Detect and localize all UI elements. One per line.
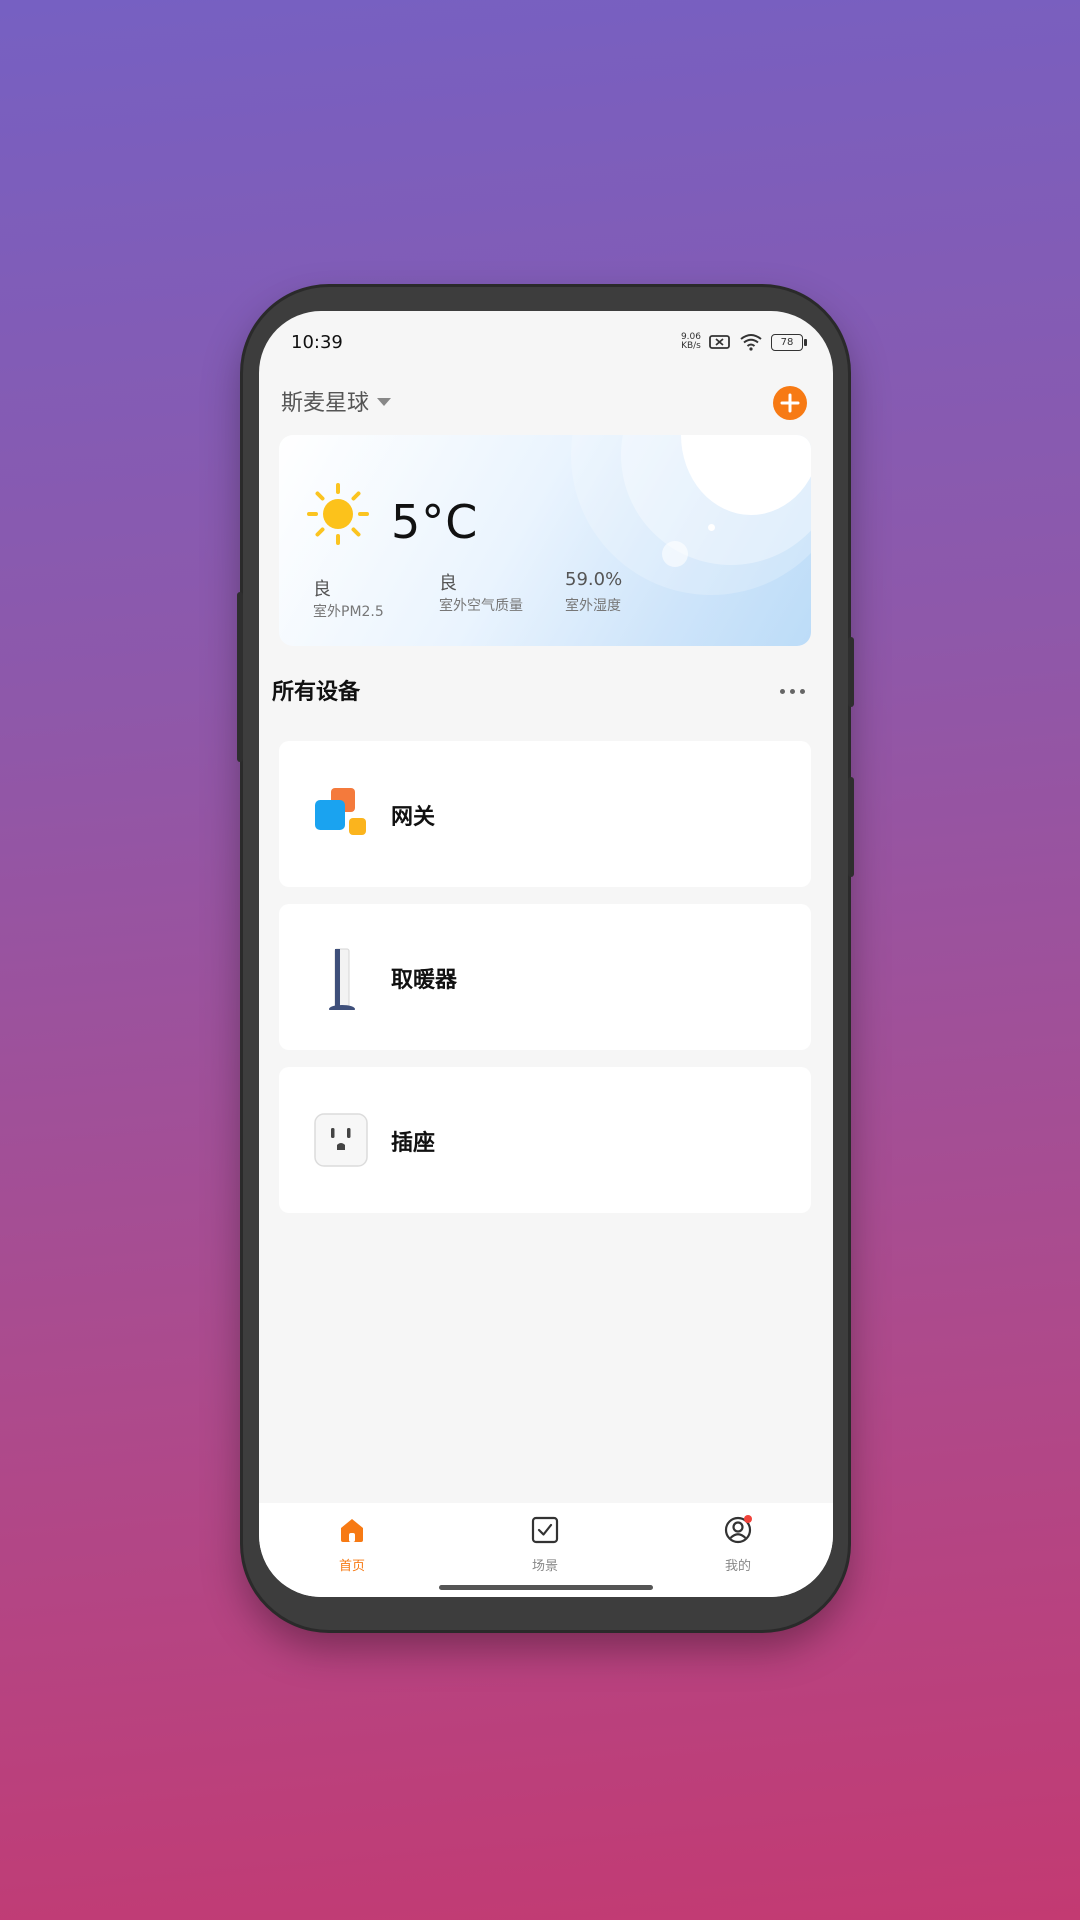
- socket-icon: [314, 1113, 368, 1167]
- more-dots-icon[interactable]: [780, 689, 805, 694]
- tab-label: 我的: [724, 1559, 751, 1574]
- stat-value: 良: [439, 573, 457, 594]
- gateway-icon: [315, 788, 366, 835]
- network-speed-unit: KB/s: [681, 341, 701, 351]
- device-card-socket[interactable]: 插座: [279, 1067, 811, 1213]
- device-name: 网关: [391, 805, 436, 830]
- phone-side-button: [848, 777, 854, 877]
- temperature: 5°C: [391, 495, 479, 549]
- device-name: 取暖器: [391, 968, 458, 993]
- weather-card[interactable]: 5°C 良 室外PM2.5 良 室外空气质量 59.0% 室外湿度: [279, 435, 811, 646]
- section-title: 所有设备: [272, 680, 361, 705]
- phone-side-button: [237, 592, 243, 762]
- stat-humidity: 59.0% 室外湿度: [565, 569, 622, 615]
- app-screen: 10:39 9.06 KB/s 78 斯麦星球 5°C 良 室外PM2.5 良 …: [259, 311, 833, 1597]
- device-card-heater[interactable]: 取暖器: [279, 904, 811, 1050]
- stat-pm25: 良 室外PM2.5: [313, 575, 384, 621]
- caret-down-icon: [377, 398, 392, 406]
- stat-label: 室外空气质量: [439, 598, 523, 614]
- status-icons: 9.06 KB/s 78: [681, 333, 807, 351]
- battery-indicator: 78: [771, 333, 807, 351]
- stat-value: 59.0%: [565, 569, 623, 590]
- status-time: 10:39: [291, 332, 343, 353]
- home-indicator[interactable]: [439, 1585, 653, 1590]
- plus-icon: [780, 393, 800, 413]
- home-name: 斯麦星球: [281, 391, 370, 416]
- sun-icon: [307, 483, 369, 545]
- home-icon: [341, 1519, 363, 1542]
- tab-home[interactable]: 首页: [312, 1515, 392, 1574]
- add-device-button[interactable]: [773, 386, 807, 420]
- phone-side-button: [848, 637, 854, 707]
- profile-icon: [724, 1515, 752, 1544]
- decor-bubble: [662, 541, 688, 567]
- tab-scene[interactable]: 场景: [505, 1515, 585, 1574]
- bottom-tab-bar: 首页 场景 我的: [259, 1503, 833, 1597]
- stat-label: 室外PM2.5: [313, 604, 384, 620]
- device-card-gateway[interactable]: 网关: [279, 741, 811, 887]
- sim-off-icon: [709, 335, 730, 349]
- status-bar: 10:39 9.06 KB/s 78: [259, 311, 833, 371]
- wifi-icon: [740, 334, 762, 351]
- scene-checkbox-icon: [531, 1516, 559, 1544]
- tab-label: 首页: [338, 1559, 365, 1574]
- network-speed: 9.06 KB/s: [681, 333, 701, 351]
- decor-bubble: [708, 524, 715, 531]
- stat-value: 良: [313, 579, 331, 600]
- heater-icon: [329, 948, 355, 1010]
- tab-label: 场景: [531, 1559, 558, 1574]
- stat-air-quality: 良 室外空气质量: [439, 569, 523, 615]
- device-name: 插座: [391, 1131, 436, 1156]
- tab-profile[interactable]: 我的: [698, 1515, 778, 1574]
- stat-label: 室外湿度: [565, 598, 621, 614]
- header: 斯麦星球: [259, 371, 833, 441]
- home-selector[interactable]: 斯麦星球: [281, 385, 392, 417]
